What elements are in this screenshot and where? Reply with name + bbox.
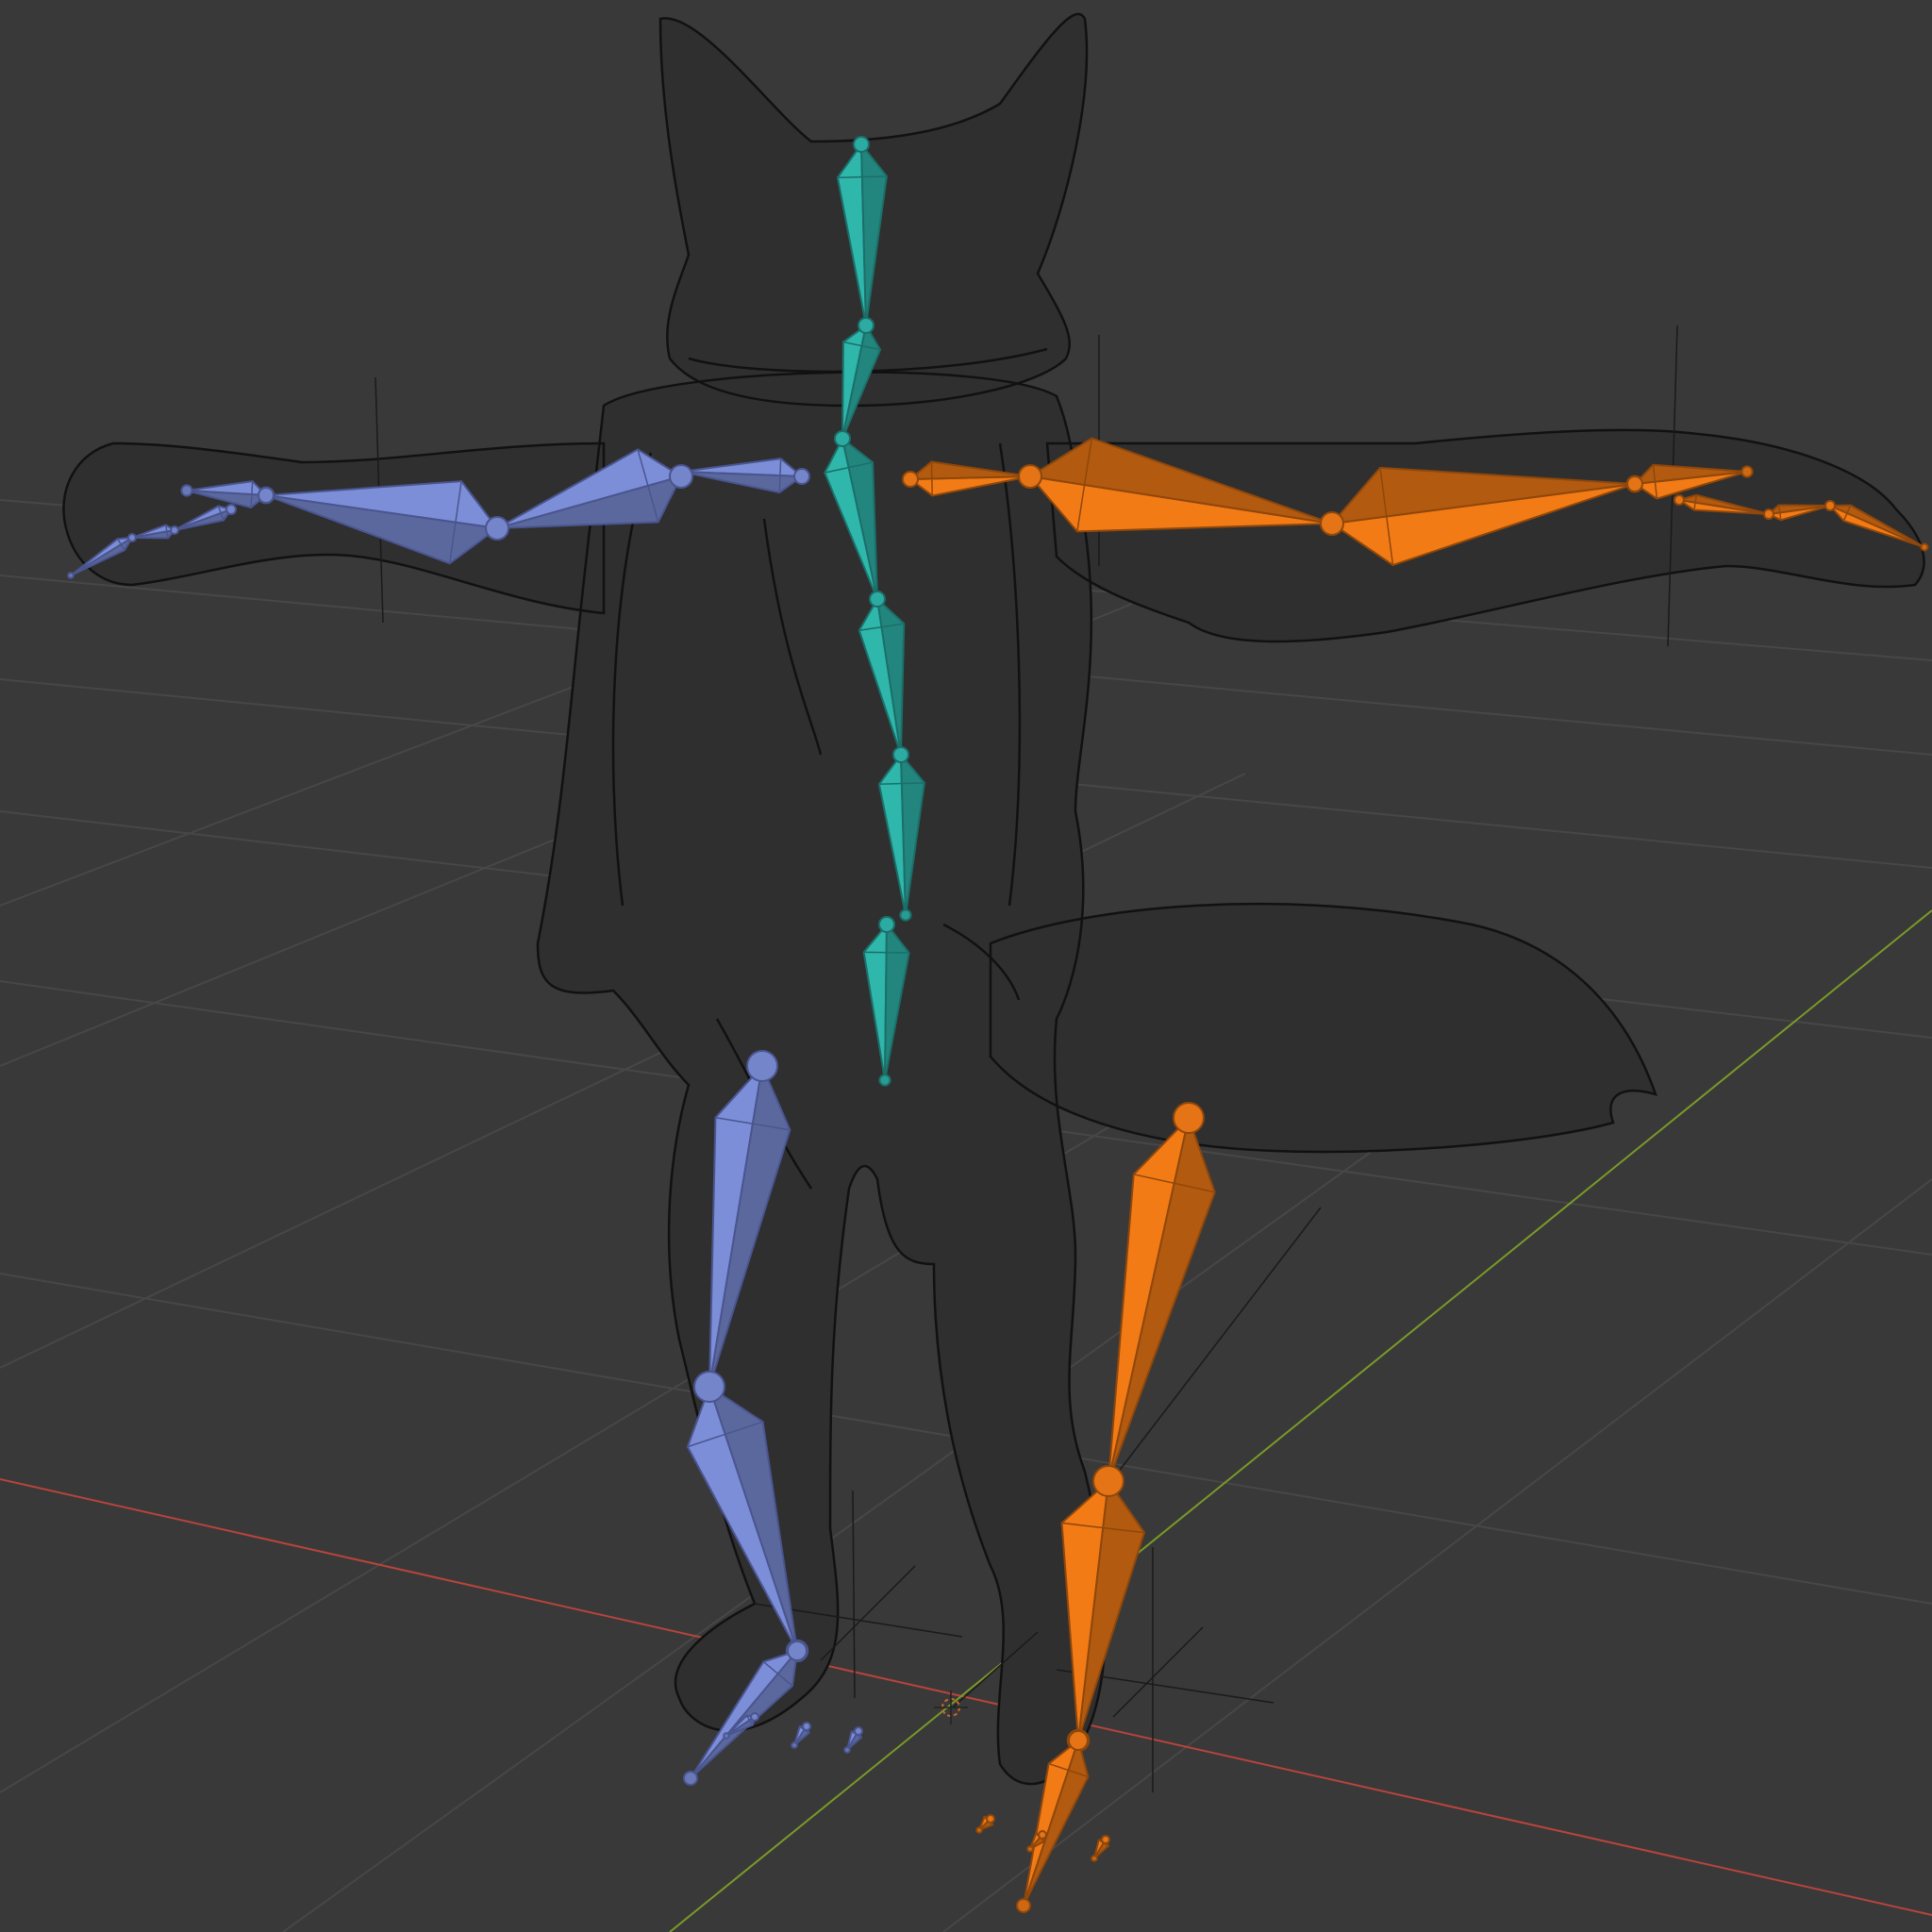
- bone-head-joint: [858, 317, 874, 334]
- bone-head-joint: [669, 464, 693, 489]
- bone-tail-joint: [683, 1771, 698, 1786]
- bone-head-joint: [485, 516, 509, 541]
- bone-head-joint: [1626, 475, 1643, 492]
- bone-tail-joint: [67, 572, 75, 579]
- bone-tail-joint: [975, 1826, 983, 1834]
- bone-head-joint: [258, 487, 275, 504]
- bone-head-joint: [746, 1050, 778, 1082]
- bone-head-joint: [1018, 464, 1042, 489]
- bone-edge: [863, 951, 909, 954]
- bone-toe3-l[interactable]: [1091, 1835, 1110, 1862]
- 3d-viewport[interactable]: [0, 0, 1932, 1932]
- bone-head-joint: [986, 1814, 995, 1824]
- bone-head-joint: [750, 1712, 759, 1722]
- bone-tail-joint: [1026, 1845, 1034, 1853]
- bone-toe3-r[interactable]: [843, 1726, 863, 1754]
- bone-toe2-r[interactable]: [791, 1722, 811, 1749]
- bone-head-joint: [170, 525, 179, 535]
- bone-head-joint: [853, 136, 870, 153]
- bone-tail-joint: [1920, 542, 1929, 552]
- bone-head-joint: [793, 468, 810, 485]
- bone-tail-joint: [1740, 465, 1754, 478]
- bone-head-joint: [1092, 1465, 1124, 1497]
- bone-head-joint: [892, 746, 909, 763]
- bone-head-joint: [225, 504, 237, 515]
- bone-head-joint: [127, 533, 137, 542]
- bone-head-joint: [1173, 1102, 1205, 1134]
- character-mesh-wireframe[interactable]: [62, 12, 1925, 1786]
- bone-head-joint: [802, 1722, 811, 1731]
- x-axis-line: [0, 1478, 1932, 1916]
- bone-head-joint: [878, 916, 895, 933]
- bone-tail-joint: [723, 1732, 730, 1740]
- bone-head-joint: [1763, 508, 1774, 520]
- bone-thigh-l[interactable]: [1096, 1102, 1216, 1493]
- bone-tail-joint: [1016, 1898, 1031, 1913]
- bone-edge: [930, 461, 934, 496]
- bone-tail-joint: [791, 1741, 798, 1749]
- bone-tail-joint: [878, 1074, 891, 1087]
- bone-head-joint: [869, 591, 886, 608]
- bone-tail-joint: [899, 908, 912, 922]
- bone-head-joint: [1674, 494, 1685, 506]
- bone-head-joint: [902, 471, 919, 488]
- bone-tail-joint: [180, 484, 193, 497]
- bone-head-joint: [693, 1371, 725, 1403]
- bone-tail-joint: [843, 1746, 851, 1754]
- bone-head-joint: [1038, 1830, 1047, 1840]
- viewport-scene[interactable]: [0, 0, 1932, 1932]
- bone-head-joint: [1320, 511, 1344, 536]
- bone-head-joint: [1101, 1835, 1110, 1844]
- bone-head-joint: [854, 1726, 863, 1736]
- bone-tail-joint: [1091, 1855, 1098, 1862]
- bone-head-joint: [1824, 500, 1836, 511]
- bone-head-joint: [1068, 1730, 1089, 1751]
- bone-head-joint: [834, 430, 851, 447]
- bone-head-joint: [787, 1641, 808, 1661]
- bone-toe1-l[interactable]: [975, 1814, 995, 1834]
